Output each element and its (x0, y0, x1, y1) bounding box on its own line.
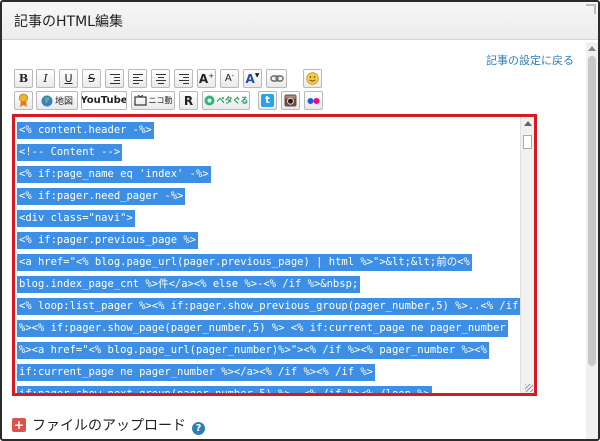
align-right-icon (178, 73, 189, 84)
flickr-button[interactable] (304, 91, 323, 110)
medal-button[interactable] (14, 91, 33, 110)
align-center-icon (155, 73, 166, 84)
font-size-up-icon: A (198, 71, 209, 86)
plus-icon[interactable]: + (12, 418, 26, 432)
underline-icon: U (64, 72, 73, 85)
font-size-down-button[interactable]: A- (220, 69, 239, 88)
instagram-button[interactable] (281, 91, 300, 110)
code-line: <% if:pager.need_pager -%> (17, 188, 534, 210)
code-line: <% content.header -%> (17, 122, 534, 144)
niconico-icon (133, 95, 147, 106)
globe-icon (41, 95, 53, 106)
editor-scrollbar[interactable] (520, 117, 534, 393)
link-button[interactable] (266, 69, 287, 88)
back-to-settings-link[interactable]: 記事の設定に戻る (486, 52, 574, 68)
indent-button[interactable] (105, 69, 124, 88)
html-code-editor[interactable]: <% content.header -%> <!-- Content --> <… (12, 114, 537, 396)
page-scrollbar[interactable] (586, 42, 598, 439)
indent-icon (109, 73, 120, 84)
medal-icon (19, 93, 28, 107)
page-scroll-up-icon[interactable] (588, 46, 596, 51)
niconico-button[interactable]: ニコ動 (131, 91, 175, 110)
bold-button[interactable]: B (14, 69, 33, 88)
italic-button[interactable]: I (36, 69, 55, 88)
page-scroll-thumb[interactable] (588, 56, 596, 366)
code-line: <% loop:list_pager %><% if:pager.show_pr… (17, 298, 534, 320)
petadeco-icon (204, 95, 215, 106)
align-center-button[interactable] (151, 69, 170, 88)
code-line: <!-- Content --> (17, 144, 534, 166)
code-line: blog.index_page_cnt %>件</a><% else %>-<%… (17, 276, 534, 298)
format-toolbar: B I U S A + A- A ▼ (14, 69, 334, 89)
map-button-label: 地図 (54, 97, 73, 107)
dialog-titlebar: 記事のHTML編集 (2, 2, 598, 40)
code-line: <div class="navi"> (17, 210, 534, 232)
flickr-icon (307, 97, 320, 104)
embed-toolbar: 地図 YouTube ニコ動 R ペタぐる t (14, 91, 334, 111)
align-left-button[interactable] (128, 69, 147, 88)
font-size-up-button[interactable]: A + (197, 69, 216, 88)
italic-icon: I (43, 72, 48, 85)
link-icon (269, 75, 284, 82)
underline-button[interactable]: U (59, 69, 78, 88)
petadeco-button[interactable]: ペタぐる (202, 91, 250, 110)
instagram-icon (284, 94, 297, 107)
help-icon[interactable]: ? (192, 421, 205, 435)
scroll-up-icon[interactable] (524, 121, 532, 126)
code-line: <% if:page_name eq 'index' -%> (17, 166, 534, 188)
editor-scroll-thumb[interactable] (523, 135, 532, 149)
strikethrough-icon: S (88, 72, 95, 85)
file-upload-label[interactable]: ファイルのアップロード (32, 415, 186, 435)
smiley-icon (306, 72, 319, 85)
text-color-icon: A (245, 71, 255, 86)
editor-resize-grip-icon[interactable] (525, 384, 533, 392)
code-line: %><% if:pager.show_page(pager_number,5) … (17, 320, 534, 342)
code-line: if:pager.show_next_group(pager_number,5)… (17, 386, 534, 393)
code-line: %><a href="<% blog.page_url(pager_number… (17, 342, 534, 364)
align-left-icon (132, 73, 143, 84)
strikethrough-button[interactable]: S (82, 69, 101, 88)
emoji-button[interactable] (303, 69, 322, 88)
align-right-button[interactable] (174, 69, 193, 88)
code-content[interactable]: <% content.header -%> <!-- Content --> <… (17, 122, 534, 393)
youtube-button[interactable]: YouTube (81, 91, 127, 110)
ranking-icon: R (183, 93, 194, 108)
youtube-icon: YouTube (81, 95, 127, 106)
ranking-button[interactable]: R (179, 91, 198, 110)
code-line: <a href="<% blog.page_url(pager.previous… (17, 254, 534, 276)
text-color-button[interactable]: A ▼ (243, 69, 262, 88)
code-line: <% if:pager.previous_page %> (17, 232, 534, 254)
twitter-button[interactable]: t (258, 91, 277, 110)
code-line: if:current_page ne pager_number %></a><%… (17, 364, 534, 386)
petadeco-button-label: ペタぐる (216, 96, 249, 105)
bold-icon: B (18, 72, 29, 85)
niconico-button-label: ニコ動 (148, 96, 173, 105)
file-upload-section[interactable]: + ファイルのアップロード ? (12, 415, 205, 435)
html-edit-dialog: 記事のHTML編集 記事の設定に戻る B I U S A + A- A ▼ 地図… (0, 0, 600, 441)
twitter-icon: t (261, 94, 274, 107)
dialog-title: 記事のHTML編集 (14, 14, 123, 30)
resize-corner-icon[interactable] (586, 4, 596, 14)
map-button[interactable]: 地図 (36, 91, 78, 110)
font-size-down-icon: A (224, 72, 232, 84)
